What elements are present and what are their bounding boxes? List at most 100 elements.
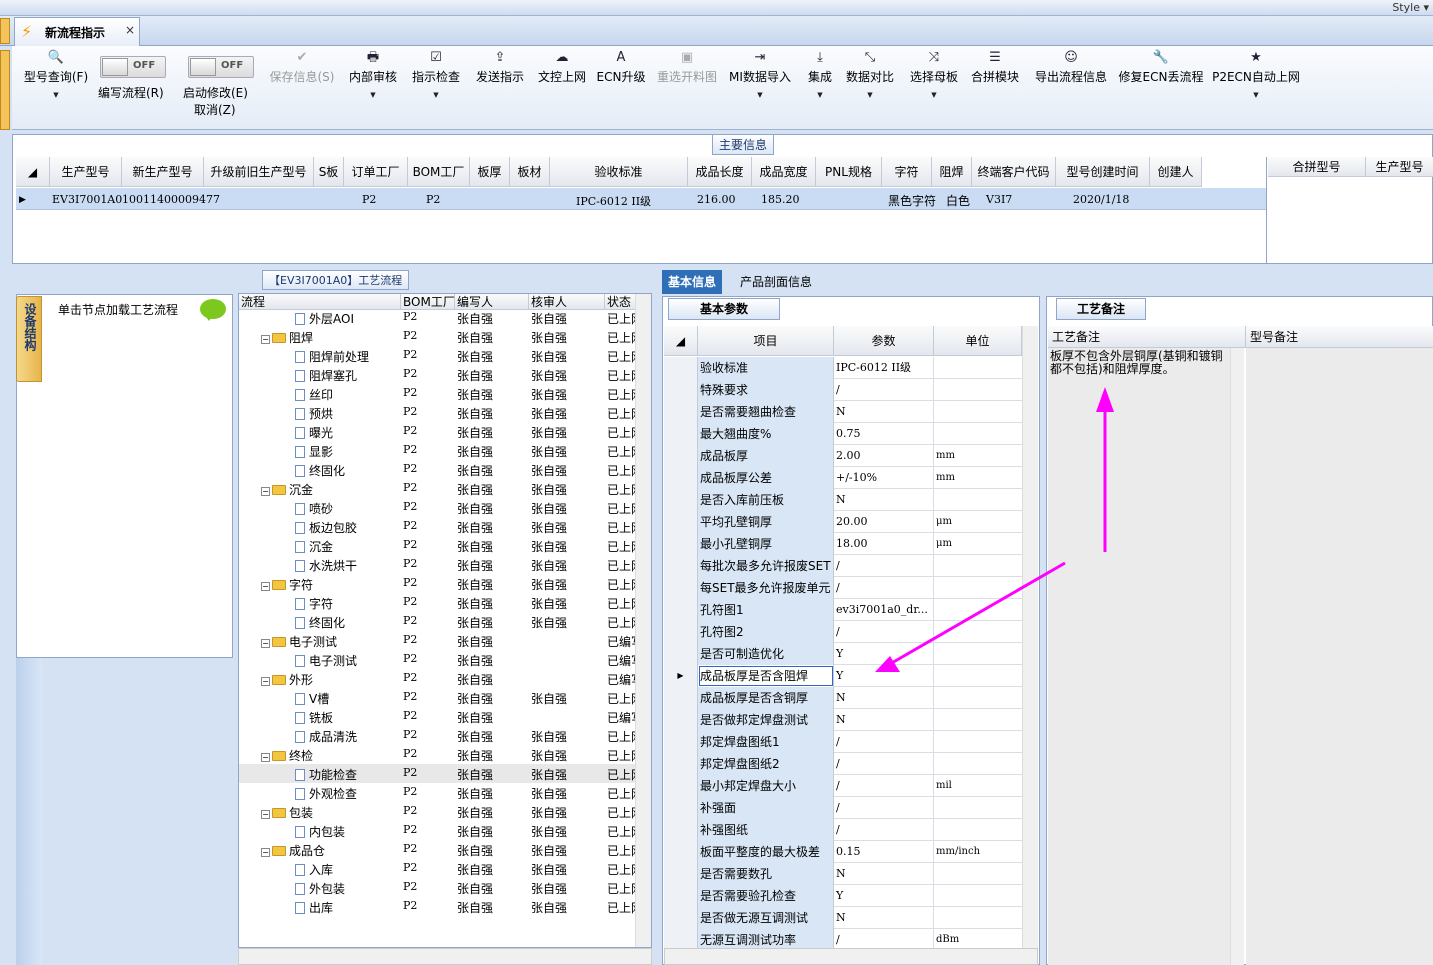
merge-col-prod[interactable]: 生产型号 [1366,157,1433,177]
list-item[interactable]: 板边包胶 P2 张自强 张自强 已上网 [239,517,651,536]
params-col-value[interactable]: 参数 [834,326,934,356]
main-col-3[interactable]: S板 [314,157,344,187]
param-value[interactable]: / [834,379,934,401]
chevron-down-icon[interactable]: ▼ [844,91,896,99]
param-value[interactable]: / [834,753,934,775]
chevron-down-icon[interactable]: ▼ [346,91,400,99]
internal-review-button[interactable]: 🖶 内部审核 ▼ [346,50,400,99]
main-col-16[interactable]: 创建人 [1150,157,1202,187]
list-item[interactable]: 沉金 P2 张自强 张自强 已上网 [239,536,651,555]
param-value[interactable]: 2.00 [834,445,934,467]
edit-flow-toggle[interactable]: OFF [100,56,166,78]
start-modify-toggle[interactable]: OFF [188,56,254,78]
param-value[interactable]: Y [834,885,934,907]
table-row[interactable]: 最大翘曲度% 0.75 [664,423,1022,445]
reselect-drawing-button[interactable]: ▣ 重选开料图 [654,50,720,85]
table-row[interactable]: 补强图纸 / [664,819,1022,841]
chevron-down-icon[interactable]: ▼ [728,91,792,99]
list-item[interactable]: 阻焊前处理 P2 张自强 张自强 已上网 [239,346,651,365]
list-item[interactable]: 预烘 P2 张自强 张自强 已上网 [239,403,651,422]
main-col-12[interactable]: 字符 [882,157,932,187]
tab-basic-info[interactable]: 基本信息 [662,270,723,294]
param-value[interactable]: N [834,907,934,929]
list-item[interactable]: 字符 P2 张自强 张自强 已上网 [239,593,651,612]
param-value[interactable]: 0.75 [834,423,934,445]
params-col-unit[interactable]: 单位 [934,326,1022,356]
process-vscroll[interactable] [635,294,651,947]
list-item[interactable]: 终固化 P2 张自强 张自强 已上网 [239,460,651,479]
collapse-icon[interactable]: − [261,335,270,344]
table-row[interactable]: 最小邦定焊盘大小 / mil [664,775,1022,797]
list-item[interactable]: 阻焊塞孔 P2 张自强 张自强 已上网 [239,365,651,384]
param-value[interactable]: 18.00 [834,533,934,555]
collapse-icon[interactable]: − [261,810,270,819]
list-item[interactable]: 内包装 P2 张自强 张自强 已上网 [239,821,651,840]
list-item[interactable]: − 成品仓 P2 张自强 张自强 已上网 [239,840,651,859]
main-col-1[interactable]: 新生产型号 [122,157,204,187]
list-item[interactable]: 外包装 P2 张自强 张自强 已上网 [239,878,651,897]
param-value[interactable]: / [834,555,934,577]
main-col-7[interactable]: 板材 [510,157,550,187]
table-row[interactable]: 孔符图2/ [664,621,1022,643]
list-item[interactable]: 外观检查 P2 张自强 张自强 已上网 [239,783,651,802]
chevron-down-icon[interactable]: ▼ [20,91,92,99]
send-instruction-button[interactable]: ⇪ 发送指示 [472,50,528,85]
table-row[interactable]: 成品板厚公差 +/-10% mm [664,467,1022,489]
chevron-down-icon[interactable]: ▼ [906,91,962,99]
table-row[interactable]: 成品板厚是否含铜厚 N [664,687,1022,709]
list-item[interactable]: V槽 P2 张自强 张自强 已上网 [239,688,651,707]
param-value[interactable]: IPC-6012 II级 [834,357,934,379]
table-row[interactable]: 是否需要翘曲检查 N [664,401,1022,423]
splitter[interactable] [654,268,662,965]
list-item[interactable]: 电子测试 P2 张自强 已编写 [239,650,651,669]
table-row[interactable]: 邦定焊盘图纸2/ [664,753,1022,775]
save-info-button[interactable]: ✔ 保存信息(S) [266,50,338,85]
list-item[interactable]: − 沉金 P2 张自强 张自强 已上网 [239,479,651,498]
main-col-14[interactable]: 终端客户代码 [972,157,1056,187]
list-item[interactable]: − 外形 P2 张自强 已编写 [239,669,651,688]
table-row[interactable]: 平均孔壁铜厚 20.00 μm [664,511,1022,533]
main-col-8[interactable]: 验收标准 [550,157,688,187]
tab-process-notes[interactable]: 工艺备注 [1056,298,1146,320]
main-col-9[interactable]: 成品长度 [688,157,752,187]
tab-basic-params[interactable]: 基本参数 [668,298,780,320]
param-value[interactable]: N [834,687,934,709]
document-tab[interactable]: ⚡ 新流程指示 × [14,17,140,46]
integrate-button[interactable]: ⤓ 集成 ▼ [802,50,838,99]
ecn-upgrade-button[interactable]: A ECN升级 [596,50,646,85]
export-flow-button[interactable]: ☺ 导出流程信息 [1032,50,1110,85]
param-value[interactable]: / [834,819,934,841]
param-value[interactable]: N [834,489,934,511]
list-item[interactable]: 终固化 P2 张自强 张自强 已上网 [239,612,651,631]
p2ecn-button[interactable]: ★ P2ECN自动上网 ▼ [1212,50,1300,99]
table-row[interactable]: 每批次最多允许报废SET / [664,555,1022,577]
list-item[interactable]: 外层AOI P2 张自强 张自强 已上网 [239,308,651,327]
param-value[interactable]: / [834,731,934,753]
merge-module-button[interactable]: ☰ 合拼模块 [968,50,1022,85]
main-col-6[interactable]: 板厚 [470,157,510,187]
list-item[interactable]: − 包装 P2 张自强 张自强 已上网 [239,802,651,821]
instruction-check-button[interactable]: ☑ 指示检查 ▼ [408,50,464,99]
param-value[interactable]: N [834,709,934,731]
params-vscroll[interactable] [1022,326,1038,948]
table-row[interactable]: 邦定焊盘图纸1/ [664,731,1022,753]
list-item[interactable]: 水洗烘干 P2 张自强 张自强 已上网 [239,555,651,574]
list-item[interactable]: 功能检查 P2 张自强 张自强 已上网 [239,764,651,783]
table-row[interactable]: 特殊要求 / [664,379,1022,401]
model-note-cell[interactable] [1246,348,1433,965]
main-col-4[interactable]: 订单工厂 [344,157,408,187]
select-master-button[interactable]: ⤨ 选择母板 ▼ [906,50,962,99]
main-col-5[interactable]: BOM工厂 [408,157,470,187]
collapse-icon[interactable]: − [261,582,270,591]
close-icon[interactable]: × [125,23,135,37]
table-row[interactable]: ▶ 成品板厚是否含阻焊 Y [664,665,1022,687]
table-row[interactable]: 成品板厚 2.00 mm [664,445,1022,467]
param-value[interactable]: +/-10% [834,467,934,489]
param-value[interactable]: 20.00 [834,511,934,533]
tab-product-profile[interactable]: 产品剖面信息 [734,270,818,294]
param-value[interactable]: N [834,401,934,423]
table-row[interactable]: 是否做邦定焊盘测试 N [664,709,1022,731]
list-item[interactable]: − 电子测试 P2 张自强 已编写 [239,631,651,650]
process-note-cell[interactable] [1048,348,1244,965]
list-item[interactable]: 成品清洗 P2 张自强 张自强 已上网 [239,726,651,745]
